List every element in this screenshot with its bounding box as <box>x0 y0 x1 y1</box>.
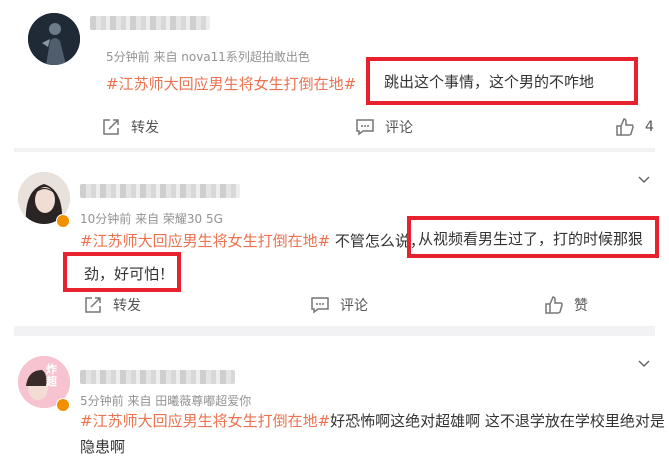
forward-icon <box>103 119 119 135</box>
username[interactable] <box>90 16 210 30</box>
like-count: 4 <box>645 119 654 135</box>
thumbs-up-icon <box>545 296 563 314</box>
divider <box>14 326 655 336</box>
highlight-box: 跳出这个事情，这个男的不咋地 <box>366 57 638 105</box>
forward-label: 转发 <box>131 120 159 136</box>
highlight-box-2: 劲，好可怕！ <box>63 252 181 292</box>
topic-link[interactable]: #江苏师大回应男生将女生打倒在地# <box>80 412 330 430</box>
post-meta: 5分钟前 来自 nova11系列超拍敢出色 <box>106 50 310 64</box>
highlight-text: 从视频看男生过了，打的时候那狠 <box>418 230 644 248</box>
like-label: 赞 <box>574 298 588 314</box>
comment-icon <box>356 119 374 136</box>
post-text: #江苏师大回应男生将女生打倒在地# <box>106 71 356 97</box>
comment-button[interactable]: 评论 <box>355 117 413 137</box>
post-meta: 10分钟前 来自 荣耀30 5G <box>80 212 223 226</box>
comment-icon <box>311 297 329 314</box>
username[interactable] <box>80 184 240 198</box>
post-text: #江苏师大回应男生将女生打倒在地#好恐怖啊这绝对超雄啊 这不退学放在学校里绝对是 <box>80 408 665 434</box>
post-text-line2: 隐患啊 <box>80 438 126 456</box>
highlight-text-2: 劲，好可怕！ <box>84 265 175 283</box>
vip-badge-icon <box>56 214 70 228</box>
post-2: 10分钟前 来自 荣耀30 5G #江苏师大回应男生将女生打倒在地# 不管怎么说… <box>0 152 669 322</box>
like-button[interactable]: 赞 <box>544 295 588 315</box>
avatar-badge: 炸超 <box>46 363 57 388</box>
topic-link[interactable]: #江苏师大回应男生将女生打倒在地# <box>106 75 356 93</box>
forward-label: 转发 <box>113 298 141 314</box>
forward-button[interactable]: 转发 <box>101 117 159 137</box>
forward-button[interactable]: 转发 <box>83 295 141 315</box>
like-button[interactable]: 4 <box>615 117 654 137</box>
avatar[interactable] <box>28 13 80 65</box>
chevron-down-icon[interactable] <box>637 358 651 368</box>
avatar-image <box>28 13 80 65</box>
comment-label: 评论 <box>340 298 368 314</box>
username[interactable] <box>80 370 235 384</box>
comment-button[interactable]: 评论 <box>310 295 368 315</box>
forward-icon <box>85 297 101 313</box>
post-1: 5分钟前 来自 nova11系列超拍敢出色 #江苏师大回应男生将女生打倒在地# … <box>0 0 669 150</box>
chevron-down-icon[interactable] <box>637 174 651 184</box>
post-meta: 5分钟前 来自 田曦薇尊嘟超爱你 <box>80 394 252 408</box>
post-text: #江苏师大回应男生将女生打倒在地# 不管怎么说， <box>80 228 425 254</box>
comment-label: 评论 <box>385 120 413 136</box>
highlight-box: 从视频看男生过了，打的时候那狠 <box>407 216 659 258</box>
post-3: 炸超 5分钟前 来自 田曦薇尊嘟超爱你 #江苏师大回应男生将女生打倒在地#好恐怖… <box>0 336 669 472</box>
topic-link[interactable]: #江苏师大回应男生将女生打倒在地# <box>80 232 330 250</box>
highlight-text: 跳出这个事情，这个男的不咋地 <box>384 73 595 91</box>
thumbs-up-icon <box>616 118 634 136</box>
body-text: 好恐怖啊这绝对超雄啊 这不退学放在学校里绝对是 <box>330 412 665 430</box>
vip-badge-icon <box>56 398 70 412</box>
